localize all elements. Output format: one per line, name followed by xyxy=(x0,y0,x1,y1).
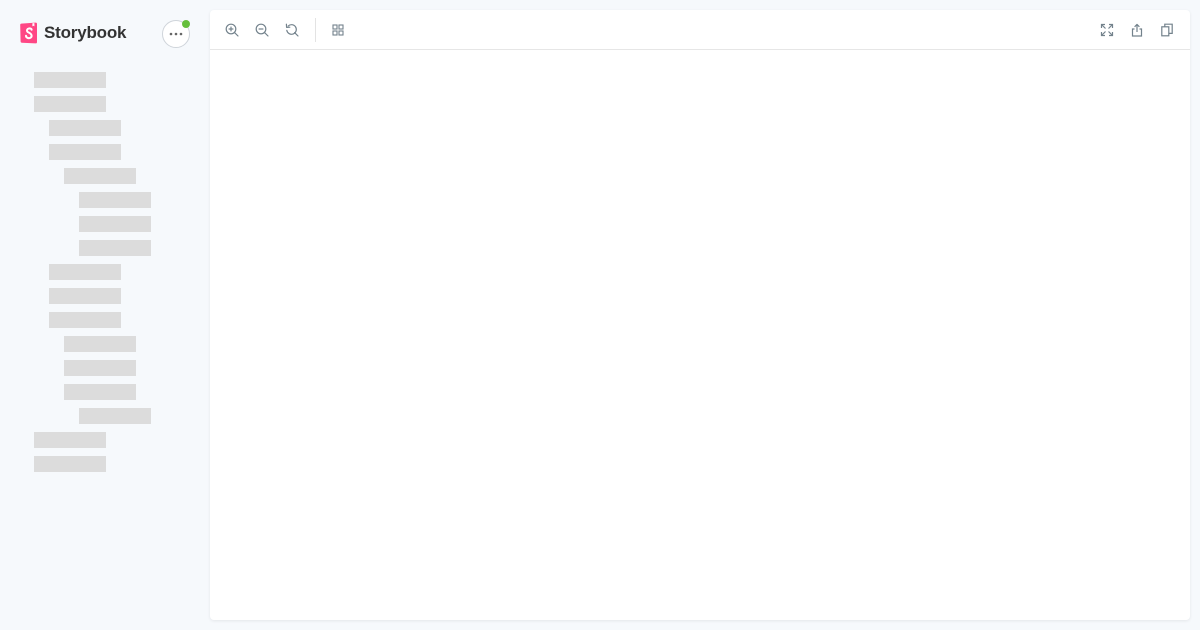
storybook-logo-icon xyxy=(20,22,37,44)
zoom-reset-icon xyxy=(285,23,299,37)
skeleton-item xyxy=(34,72,106,88)
brand-name: Storybook xyxy=(44,23,127,42)
skeleton-item xyxy=(79,240,151,256)
sidebar: Storybook xyxy=(0,0,210,630)
skeleton-item xyxy=(64,336,136,352)
copy-icon xyxy=(1161,23,1173,37)
zoom-in-icon xyxy=(225,23,239,37)
copy-button[interactable] xyxy=(1155,20,1179,40)
skeleton-item xyxy=(64,360,136,376)
skeleton-item xyxy=(49,120,121,136)
skeleton-item xyxy=(49,264,121,280)
skeleton-item xyxy=(64,384,136,400)
share-icon xyxy=(1131,23,1143,37)
preview-canvas[interactable] xyxy=(210,51,1190,620)
skeleton-item xyxy=(49,312,121,328)
zoom-reset-button[interactable] xyxy=(280,20,304,40)
status-dot xyxy=(182,20,190,28)
skeleton-item xyxy=(34,96,106,112)
ellipsis-icon xyxy=(169,32,183,36)
toolbar-divider xyxy=(315,18,316,42)
skeleton-item xyxy=(79,192,151,208)
skeleton-item xyxy=(49,144,121,160)
zoom-out-icon xyxy=(255,23,269,37)
zoom-in-button[interactable] xyxy=(220,20,244,40)
skeleton-item xyxy=(79,408,151,424)
share-button[interactable] xyxy=(1125,20,1149,40)
skeleton-item xyxy=(79,216,151,232)
fullscreen-button[interactable] xyxy=(1095,20,1119,40)
zoom-out-button[interactable] xyxy=(250,20,274,40)
preview-panel xyxy=(210,10,1190,620)
skeleton-item xyxy=(34,456,106,472)
grid-button[interactable] xyxy=(326,20,350,40)
skeleton-item xyxy=(49,288,121,304)
storybook-app: Storybook xyxy=(0,0,1200,630)
fullscreen-icon xyxy=(1100,23,1114,37)
skeleton-item xyxy=(64,168,136,184)
skeleton-item xyxy=(34,432,106,448)
preview-toolbar xyxy=(210,10,1190,50)
grid-icon xyxy=(332,24,344,36)
storybook-logo[interactable]: Storybook xyxy=(20,22,126,44)
